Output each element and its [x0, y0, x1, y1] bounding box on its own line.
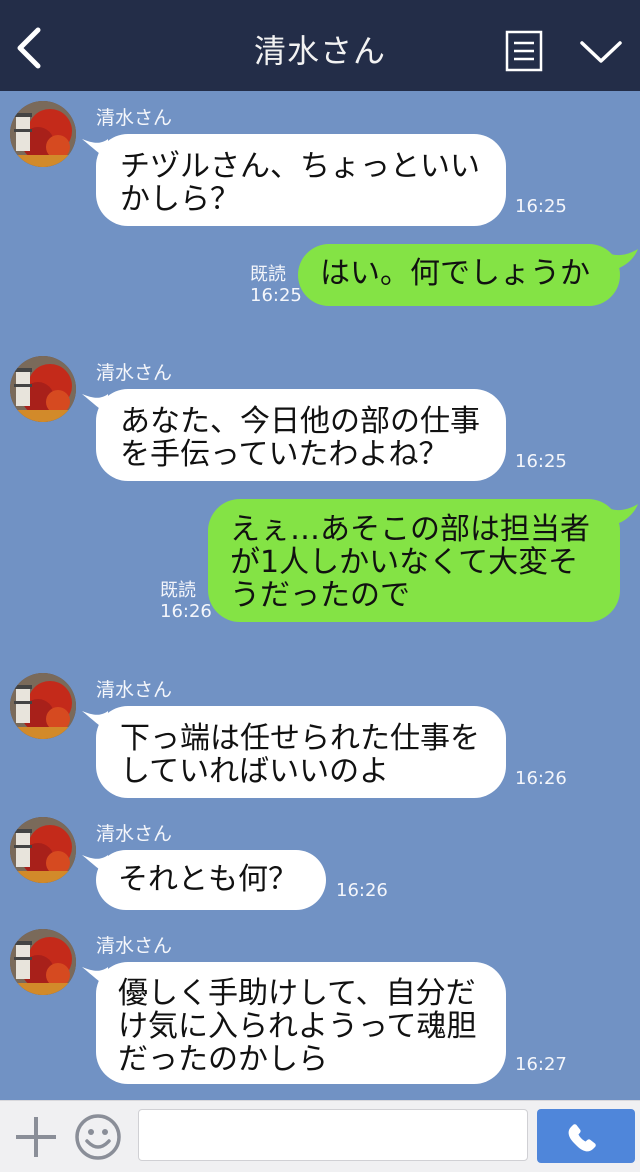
message-time: 16:25	[515, 451, 567, 472]
sender-name: 清水さん	[96, 107, 173, 129]
avatar[interactable]	[10, 673, 76, 739]
message-bubble[interactable]: チヅルさん、ちょっといい かしら？	[96, 134, 506, 226]
read-receipt: 既読	[250, 264, 286, 285]
menu-button[interactable]	[505, 30, 543, 72]
sender-name: 清水さん	[96, 823, 173, 845]
message-time: 16:25	[515, 196, 567, 217]
read-receipt: 既読	[160, 580, 196, 601]
message-bubble[interactable]: えぇ…あそこの部は担当者 が1人しかいなくて大変そ うだったので	[208, 499, 620, 622]
sender-name: 清水さん	[96, 362, 173, 384]
sender-name: 清水さん	[96, 679, 173, 701]
chat-title: 清水さん	[253, 32, 386, 70]
sender-name: 清水さん	[96, 935, 173, 957]
message-input[interactable]	[138, 1109, 528, 1161]
message-time: 16:26	[160, 601, 212, 622]
message-time: 16:26	[515, 768, 567, 789]
message-bubble[interactable]: それとも何？	[96, 850, 326, 910]
emoji-button[interactable]	[74, 1113, 122, 1161]
plus-icon	[16, 1117, 56, 1157]
message-time: 16:26	[336, 880, 388, 901]
avatar[interactable]	[10, 929, 76, 995]
bubble-tail	[608, 249, 638, 271]
message-time: 16:25	[250, 285, 302, 306]
avatar[interactable]	[10, 817, 76, 883]
phone-icon	[568, 1124, 596, 1152]
chat-area[interactable]: 清水さん チヅルさん、ちょっといい かしら？ 16:25 既読 16:25 はい…	[0, 91, 640, 1100]
chat-header: 清水さん	[0, 0, 640, 91]
input-bar	[0, 1100, 640, 1172]
call-button[interactable]	[537, 1109, 635, 1163]
avatar[interactable]	[10, 101, 76, 167]
message-bubble[interactable]: はい。何でしょうか	[298, 244, 620, 306]
collapse-button[interactable]	[578, 34, 624, 68]
message-bubble[interactable]: 下っ端は任せられた仕事を していればいいのよ	[96, 706, 506, 798]
message-time: 16:27	[515, 1054, 567, 1075]
smiley-icon	[75, 1114, 121, 1160]
message-bubble[interactable]: あなた、今日他の部の仕事 を手伝っていたわよね？	[96, 389, 506, 481]
menu-icon	[505, 30, 543, 72]
message-bubble[interactable]: 優しく手助けして、自分だ け気に入られようって魂胆 だったのかしら	[96, 962, 506, 1084]
bubble-tail	[608, 504, 638, 526]
add-button[interactable]	[14, 1115, 58, 1159]
chevron-down-icon	[580, 41, 622, 63]
avatar[interactable]	[10, 356, 76, 422]
